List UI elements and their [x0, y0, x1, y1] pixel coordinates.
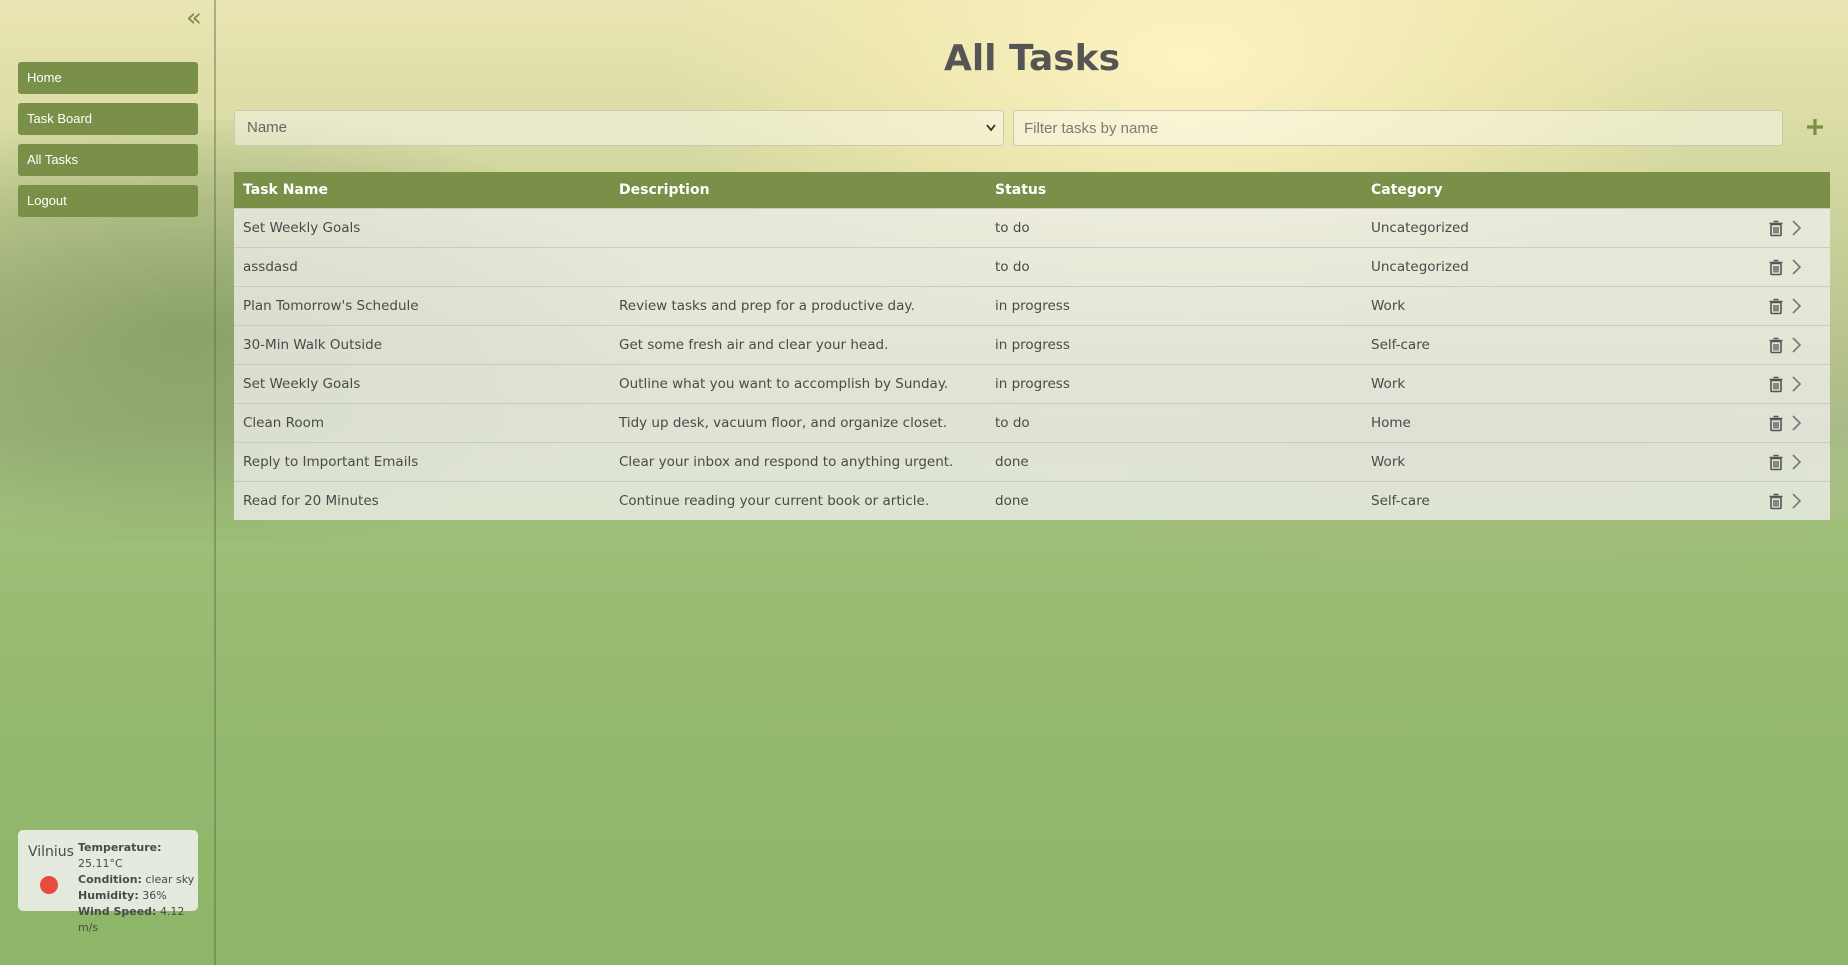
page-title: All Tasks: [943, 38, 1121, 79]
table-header-row: Task Name Description Status Category: [234, 172, 1830, 208]
description-cell: [610, 247, 986, 286]
trash-icon[interactable]: [1768, 258, 1784, 276]
task-name-cell: Set Weekly Goals: [243, 219, 361, 236]
chevron-right-icon[interactable]: [1790, 219, 1802, 237]
row-actions: [1738, 403, 1830, 442]
status-cell: in progress: [995, 336, 1070, 353]
description-cell: Tidy up desk, vacuum floor, and organize…: [619, 414, 948, 431]
header-actions: [1738, 172, 1830, 208]
category-cell: Work: [1371, 297, 1406, 314]
table-row[interactable]: Reply to Important Emails Clear your inbo…: [234, 442, 1830, 481]
chevron-down-icon: [985, 111, 997, 158]
task-name-cell: Clean Room: [243, 414, 325, 431]
task-name-cell: assdasd: [243, 258, 298, 275]
row-actions: [1738, 481, 1830, 520]
category-cell: Work: [1371, 375, 1406, 392]
task-name-cell: Reply to Important Emails: [243, 453, 419, 470]
table-row[interactable]: Read for 20 Minutes Continue reading your…: [234, 481, 1830, 520]
humidity-label: Humidity:: [78, 889, 139, 902]
tasks-table: Task Name Description Status Category Se…: [234, 172, 1830, 520]
add-task-button[interactable]: [1800, 109, 1830, 145]
header-category[interactable]: Category: [1362, 172, 1738, 208]
condition-value: clear sky: [145, 873, 195, 886]
description-cell: Review tasks and prep for a productive d…: [619, 297, 915, 314]
sidebar-item-all-tasks[interactable]: All Tasks: [18, 144, 198, 176]
plus-icon: [1807, 119, 1823, 135]
chevron-right-icon[interactable]: [1790, 336, 1802, 354]
sidebar-nav: Home Task Board All Tasks Logout: [18, 62, 198, 226]
task-name-cell: Set Weekly Goals: [243, 375, 361, 392]
row-actions: [1738, 442, 1830, 481]
status-cell: to do: [995, 414, 1030, 431]
chevron-right-icon[interactable]: [1790, 297, 1802, 315]
row-actions: [1738, 208, 1830, 247]
header-task-name[interactable]: Task Name: [234, 172, 610, 208]
sidebar: « Home Task Board All Tasks Logout Vilni…: [0, 0, 216, 965]
filter-input[interactable]: [1013, 110, 1783, 146]
sidebar-item-logout[interactable]: Logout: [18, 185, 198, 217]
header-status[interactable]: Status: [986, 172, 1362, 208]
collapse-sidebar-icon[interactable]: «: [186, 5, 208, 31]
table-row[interactable]: Set Weekly Goals to do Uncategorized: [234, 208, 1830, 247]
table-row[interactable]: Set Weekly Goals Outline what you want to…: [234, 364, 1830, 403]
chevron-right-icon[interactable]: [1790, 414, 1802, 432]
sidebar-item-home[interactable]: Home: [18, 62, 198, 94]
humidity-value: 36%: [142, 889, 167, 902]
row-actions: [1738, 325, 1830, 364]
chevron-right-icon[interactable]: [1790, 375, 1802, 393]
chevron-right-icon[interactable]: [1790, 492, 1802, 510]
description-cell: [610, 208, 986, 247]
trash-icon[interactable]: [1768, 375, 1784, 393]
status-cell: done: [995, 453, 1029, 470]
table-row[interactable]: Clean Room Tidy up desk, vacuum floor, an…: [234, 403, 1830, 442]
chevron-right-icon[interactable]: [1790, 453, 1802, 471]
status-cell: to do: [995, 219, 1030, 236]
temperature-label: Temperature:: [78, 841, 162, 854]
table-row[interactable]: assdasd to do Uncategorized: [234, 247, 1830, 286]
condition-label: Condition:: [78, 873, 142, 886]
category-cell: Self-care: [1371, 492, 1430, 509]
chevron-right-icon[interactable]: [1790, 258, 1802, 276]
table-row[interactable]: Plan Tomorrow's Schedule Review tasks and…: [234, 286, 1830, 325]
trash-icon[interactable]: [1768, 219, 1784, 237]
description-cell: Get some fresh air and clear your head.: [619, 336, 889, 353]
sun-icon: [40, 876, 58, 894]
description-cell: Continue reading your current book or ar…: [619, 492, 930, 509]
category-cell: Home: [1371, 414, 1411, 431]
description-cell: Outline what you want to accomplish by S…: [619, 375, 949, 392]
task-name-cell: Read for 20 Minutes: [243, 492, 379, 509]
wind-label: Wind Speed:: [78, 905, 157, 918]
sort-select-value: Name: [247, 119, 288, 136]
background-meadow: [0, 520, 1848, 965]
table-row[interactable]: 30-Min Walk Outside Get some fresh air an…: [234, 325, 1830, 364]
category-cell: Uncategorized: [1371, 219, 1469, 236]
category-cell: Uncategorized: [1371, 258, 1469, 275]
category-cell: Work: [1371, 453, 1406, 470]
weather-stats: Temperature: 25.11°C Condition: clear sk…: [78, 840, 198, 936]
trash-icon[interactable]: [1768, 453, 1784, 471]
status-cell: to do: [995, 258, 1030, 275]
status-cell: in progress: [995, 297, 1070, 314]
task-name-cell: 30-Min Walk Outside: [243, 336, 383, 353]
weather-city: Vilnius: [28, 844, 74, 860]
trash-icon[interactable]: [1768, 414, 1784, 432]
category-cell: Self-care: [1371, 336, 1430, 353]
trash-icon[interactable]: [1768, 297, 1784, 315]
description-cell: Clear your inbox and respond to anything…: [619, 453, 954, 470]
sort-select[interactable]: Name: [234, 110, 1004, 146]
status-cell: done: [995, 492, 1029, 509]
row-actions: [1738, 247, 1830, 286]
task-toolbar: Name: [234, 110, 1830, 146]
temperature-value: 25.11°C: [78, 857, 123, 870]
header-description[interactable]: Description: [610, 172, 986, 208]
sidebar-item-task-board[interactable]: Task Board: [18, 103, 198, 135]
trash-icon[interactable]: [1768, 492, 1784, 510]
weather-widget: Vilnius Temperature: 25.11°C Condition: …: [18, 830, 198, 934]
row-actions: [1738, 286, 1830, 325]
task-name-cell: Plan Tomorrow's Schedule: [243, 297, 419, 314]
trash-icon[interactable]: [1768, 336, 1784, 354]
status-cell: in progress: [995, 375, 1070, 392]
row-actions: [1738, 364, 1830, 403]
